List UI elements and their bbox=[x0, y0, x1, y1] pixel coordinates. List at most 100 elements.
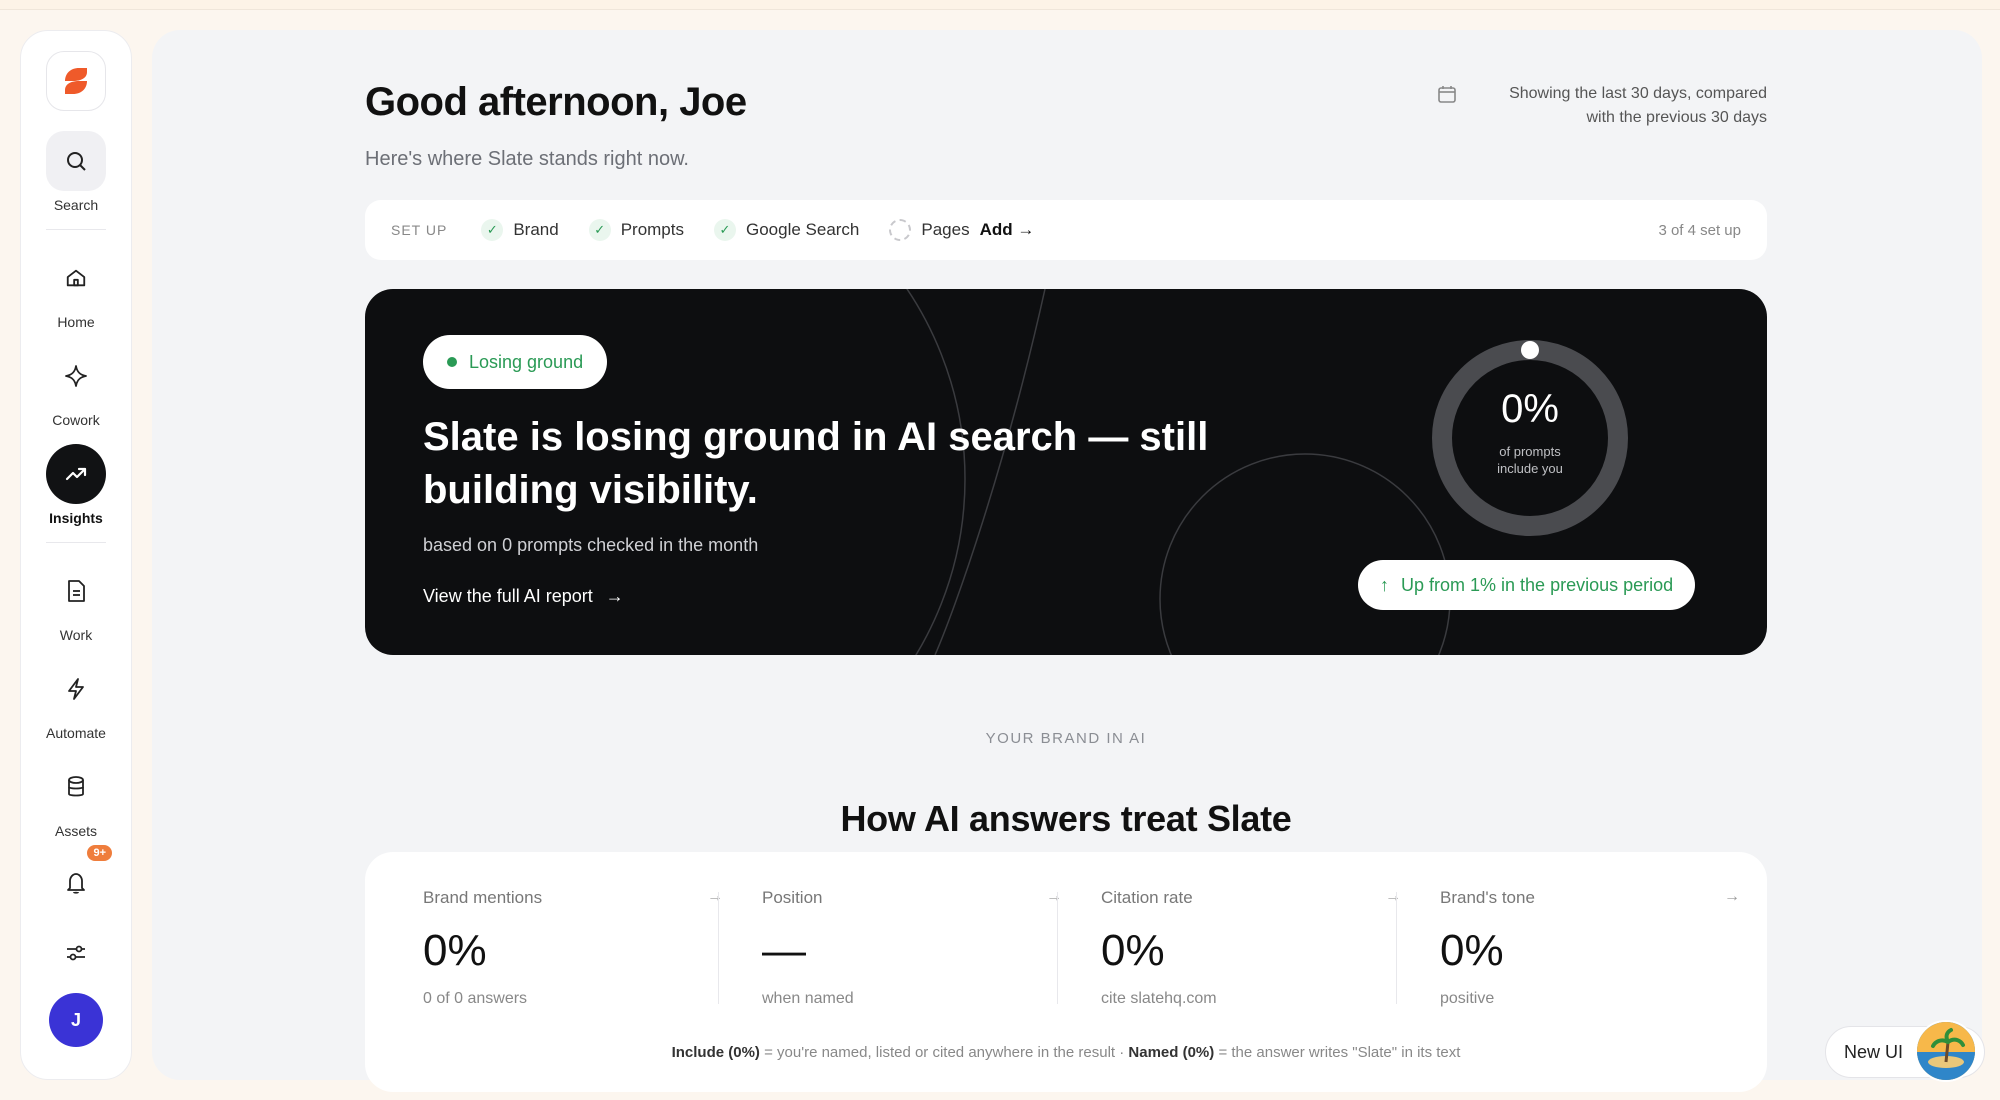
metric-sub: cite slatehq.com bbox=[1101, 990, 1217, 1007]
database-icon bbox=[46, 757, 106, 817]
date-range-line: Showing the last 30 days, compared bbox=[1509, 85, 1767, 102]
sidebar-item-insights[interactable]: Insights bbox=[46, 444, 106, 526]
arrow-right-icon[interactable]: → bbox=[707, 888, 723, 906]
hero-title: Slate is losing ground in AI search — st… bbox=[423, 415, 1209, 512]
metric-brand-mentions[interactable]: Brand mentions 0% 0 of 0 answers → bbox=[423, 888, 723, 1007]
sidebar-item-label: Search bbox=[53, 197, 99, 213]
ring-caption: of prompts include you bbox=[1430, 443, 1630, 477]
page-subtitle: Here's where Slate stands right now. bbox=[365, 148, 689, 170]
ring-progress-marker bbox=[1521, 341, 1539, 359]
metric-citation-rate[interactable]: Citation rate 0% cite slatehq.com → bbox=[1101, 888, 1401, 1007]
view-full-report-link[interactable]: View the full AI report → bbox=[423, 586, 624, 607]
metric-value: 0% bbox=[1101, 926, 1165, 975]
sidebar-divider bbox=[46, 229, 106, 230]
pending-circle-icon bbox=[889, 219, 912, 241]
bell-icon bbox=[46, 853, 106, 913]
search-icon bbox=[46, 131, 106, 191]
change-label: Up from 1% in the previous period bbox=[1401, 574, 1674, 595]
ring-value: 0% bbox=[1501, 387, 1559, 431]
metric-label: Brand mentions bbox=[423, 888, 543, 907]
metric-label: Position bbox=[762, 888, 823, 907]
sidebar-item-home[interactable]: Home bbox=[46, 248, 106, 330]
visibility-hero-card: Losing ground Slate is losing ground in … bbox=[365, 289, 1767, 655]
add-pages-link[interactable]: Add → bbox=[980, 220, 1035, 240]
sidebar-divider bbox=[46, 542, 106, 543]
setup-step-label: Brand bbox=[513, 220, 559, 239]
metric-value: 0% bbox=[1440, 926, 1504, 975]
date-range-line: with the previous 30 days bbox=[1586, 109, 1767, 126]
brand-metrics-card: Brand mentions 0% 0 of 0 answers → Posit… bbox=[365, 852, 1767, 1092]
sidebar-item-work[interactable]: Work bbox=[46, 561, 106, 643]
bolt-icon bbox=[46, 659, 106, 719]
island-icon bbox=[1917, 1022, 1975, 1080]
setup-step-google-search[interactable]: ✓ Google Search bbox=[713, 219, 860, 241]
sidebar-item-cowork[interactable]: Cowork bbox=[46, 346, 106, 428]
arrow-right-icon[interactable]: → bbox=[1385, 888, 1401, 906]
metric-label: Brand's tone bbox=[1440, 888, 1535, 907]
home-icon bbox=[46, 248, 106, 308]
slate-logo-icon bbox=[65, 68, 87, 94]
setup-step-label: Pages bbox=[921, 220, 970, 239]
check-icon: ✓ bbox=[481, 219, 504, 241]
notifications-button[interactable]: 9+ bbox=[46, 845, 112, 913]
user-avatar-button[interactable]: J bbox=[49, 993, 103, 1047]
metric-value: 0% bbox=[423, 926, 487, 975]
metric-label: Citation rate bbox=[1101, 888, 1193, 907]
sliders-icon bbox=[46, 923, 106, 983]
footnote-term: Named (0%) bbox=[1128, 1044, 1215, 1061]
status-dot bbox=[447, 357, 457, 367]
setup-count: 3 of 4 set up bbox=[1658, 221, 1741, 239]
avatar: J bbox=[49, 993, 103, 1047]
setup-step-brand[interactable]: ✓ Brand bbox=[481, 219, 559, 241]
sidebar-item-label: Assets bbox=[54, 823, 97, 839]
hero-subtitle: based on 0 prompts checked in the month bbox=[423, 535, 759, 555]
main-panel: Good afternoon, Joe Here's where Slate s… bbox=[152, 30, 1982, 1092]
ring-caption-line: of prompts bbox=[1499, 444, 1561, 459]
arrow-right-icon[interactable]: → bbox=[1724, 888, 1740, 906]
notification-badge: 9+ bbox=[87, 845, 112, 861]
setup-step-prompts[interactable]: ✓ Prompts bbox=[588, 219, 684, 241]
metric-divider bbox=[1057, 892, 1058, 1004]
sidebar-item-label: Cowork bbox=[52, 412, 100, 428]
date-range-note[interactable]: Showing the last 30 days, compared with … bbox=[1427, 82, 1767, 130]
arrow-up-icon: ↑ bbox=[1380, 574, 1389, 595]
sidebar-item-label: Automate bbox=[46, 725, 106, 741]
setup-step-pages[interactable]: Pages Add → bbox=[889, 219, 1034, 241]
setup-step-label: Google Search bbox=[745, 220, 860, 239]
metric-sub: 0 of 0 answers bbox=[423, 990, 528, 1007]
metric-value: — bbox=[762, 926, 806, 975]
metric-divider bbox=[1396, 892, 1397, 1004]
sidebar-item-assets[interactable]: Assets bbox=[46, 757, 106, 839]
check-icon: ✓ bbox=[713, 219, 736, 241]
metric-sub: positive bbox=[1440, 990, 1495, 1007]
footnote-term: Include (0%) bbox=[671, 1044, 760, 1061]
sidebar-item-automate[interactable]: Automate bbox=[46, 659, 106, 741]
metric-position[interactable]: Position — when named → bbox=[762, 888, 1062, 1007]
metric-sub: when named bbox=[762, 990, 854, 1007]
metric-brand-tone[interactable]: Brand's tone 0% positive → bbox=[1440, 888, 1740, 1007]
change-badge: ↑ Up from 1% in the previous period bbox=[1358, 560, 1696, 610]
footnote-definition: = the answer writes "Slate" in its text bbox=[1218, 1044, 1461, 1061]
setup-progress-bar: SET UP ✓ Brand ✓ Prompts ✓ Google Search… bbox=[365, 200, 1767, 260]
arrow-right-icon: → bbox=[605, 586, 624, 606]
ring-caption-line: include you bbox=[1497, 461, 1563, 476]
footnote-definition: = you're named, listed or cited anywhere… bbox=[764, 1044, 1125, 1061]
settings-button[interactable] bbox=[46, 923, 106, 983]
document-icon bbox=[46, 561, 106, 621]
sidebar-item-label: Home bbox=[57, 314, 95, 330]
section-eyebrow: YOUR BRAND IN AI bbox=[985, 730, 1147, 747]
page-title: Good afternoon, Joe bbox=[365, 80, 747, 124]
prompt-coverage-ring bbox=[1432, 340, 1628, 536]
link-label: View the full AI report bbox=[423, 586, 593, 606]
app-logo[interactable] bbox=[46, 51, 106, 111]
sidebar-item-label: Work bbox=[59, 627, 93, 643]
sidebar-item-search[interactable]: Search bbox=[46, 131, 106, 213]
top-strip bbox=[0, 0, 2000, 10]
sparkle-icon bbox=[46, 346, 106, 406]
sidebar: Search Home Cowork Insights Work Automat… bbox=[20, 30, 132, 1080]
metric-divider bbox=[718, 892, 719, 1004]
arrow-right-icon[interactable]: → bbox=[1046, 888, 1062, 906]
new-ui-toggle-knob[interactable] bbox=[1915, 1020, 1977, 1082]
sidebar-item-label: Insights bbox=[49, 510, 103, 526]
ring-track bbox=[1432, 340, 1628, 536]
